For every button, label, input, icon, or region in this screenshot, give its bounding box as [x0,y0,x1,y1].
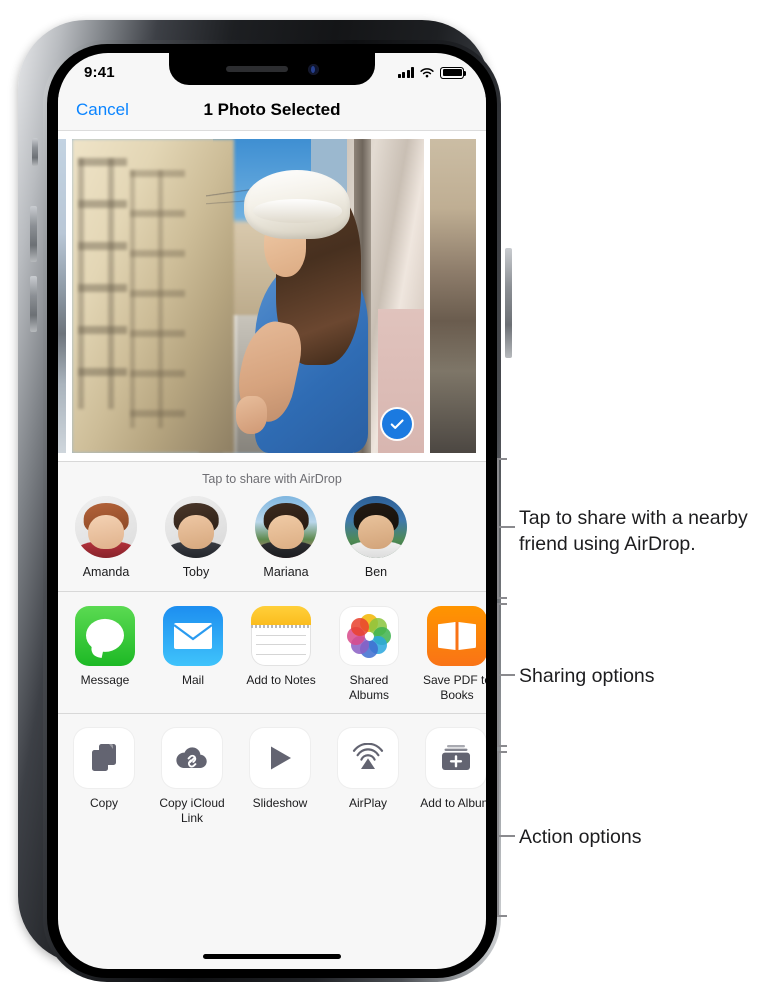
airdrop-person-mariana[interactable]: Mariana [252,496,320,579]
actions-row: Copy Copy iCloud Link Slideshow AirPlay … [58,728,486,826]
action-label: Add to Album [420,796,486,810]
signal-bars-icon [397,67,414,78]
airdrop-person-toby[interactable]: Toby [162,496,230,579]
action-airplay[interactable]: AirPlay [330,728,406,826]
photo-preview-strip [58,131,486,461]
display-notch [169,53,375,85]
photos-app-icon [339,606,399,666]
messages-app-icon [75,606,135,666]
copy-icon [74,728,134,788]
status-time: 9:41 [84,64,115,81]
callout-airdrop-text: Tap to share with a nearby friend using … [519,507,748,556]
play-triangle-icon [250,728,310,788]
action-label: Slideshow [252,796,308,810]
airdrop-people-row: Amanda Toby Mariana Ben [58,496,486,579]
share-app-label: Save PDF to Books [422,673,486,702]
device-screen: 9:41 Cancel 1 Photo Selected Tap to shar… [58,53,486,969]
avatar [345,496,407,558]
share-app-save-pdf-to-books[interactable]: Save PDF to Books [420,606,486,703]
action-copy-icloud-link[interactable]: Copy iCloud Link [154,728,230,826]
mail-app-icon [163,606,223,666]
share-apps-section: Message Mail Add to Notes Shared Albums … [58,592,486,713]
share-app-shared-albums[interactable]: Shared Albums [332,606,406,703]
volume-up-button[interactable] [30,206,37,262]
action-label: AirPlay [348,796,387,810]
add-to-album-icon [426,728,486,788]
volume-down-button[interactable] [30,276,37,332]
action-label: Copy [89,796,118,810]
status-indicators [397,66,467,79]
share-app-label: Add to Notes [246,673,316,687]
share-sheet-nav-bar: Cancel 1 Photo Selected [58,89,486,131]
share-app-label: Mail [181,673,204,687]
airdrop-person-label: Toby [182,565,210,579]
earpiece-speaker-icon [225,66,288,72]
airplay-icon [338,728,398,788]
callout-actions-text: Action options [519,826,642,848]
airdrop-person-ben[interactable]: Ben [342,496,410,579]
action-add-to-album[interactable]: Add to Album [418,728,486,826]
action-slideshow[interactable]: Slideshow [242,728,318,826]
avatar [75,496,137,558]
action-copy[interactable]: Copy [66,728,142,826]
iphone-device-frame: 9:41 Cancel 1 Photo Selected Tap to shar… [18,20,512,982]
mute-switch[interactable] [32,138,38,166]
share-app-message[interactable]: Message [68,606,142,703]
share-app-label: Message [80,673,130,687]
home-indicator[interactable] [203,954,341,959]
avatar [165,496,227,558]
checkmark-circle-icon[interactable] [382,409,412,439]
action-label: Copy iCloud Link [159,796,225,825]
avatar [255,496,317,558]
battery-full-icon [440,66,467,79]
airdrop-hint-text: Tap to share with AirDrop [202,472,342,486]
airdrop-section: Tap to share with AirDrop Amanda Toby Ma… [58,462,486,591]
front-camera-icon [307,63,319,75]
notes-app-icon [251,606,311,666]
wifi-icon [420,67,434,77]
share-app-label: Shared Albums [348,673,389,702]
selected-photo-thumbnail[interactable] [72,139,424,453]
share-apps-row: Message Mail Add to Notes Shared Albums … [58,606,486,703]
screenshot-root: 9:41 Cancel 1 Photo Selected Tap to shar… [0,0,766,984]
cancel-button[interactable]: Cancel [76,100,129,120]
photo-subject-hat [244,170,351,240]
adjacent-photo-right[interactable] [430,139,476,453]
airdrop-person-amanda[interactable]: Amanda [72,496,140,579]
actions-section: Copy Copy iCloud Link Slideshow AirPlay … [58,714,486,838]
power-button[interactable] [505,248,512,358]
share-app-mail[interactable]: Mail [156,606,230,703]
airdrop-person-label: Mariana [263,565,309,579]
adjacent-photo-left[interactable] [58,139,66,453]
airdrop-person-label: Ben [364,565,388,579]
books-app-icon [427,606,486,666]
share-app-add-to-notes[interactable]: Add to Notes [244,606,318,703]
photo-subject-hand [235,396,268,435]
icloud-link-icon [162,728,222,788]
airdrop-person-label: Amanda [82,565,130,579]
callout-sharing-text: Sharing options [519,665,655,687]
